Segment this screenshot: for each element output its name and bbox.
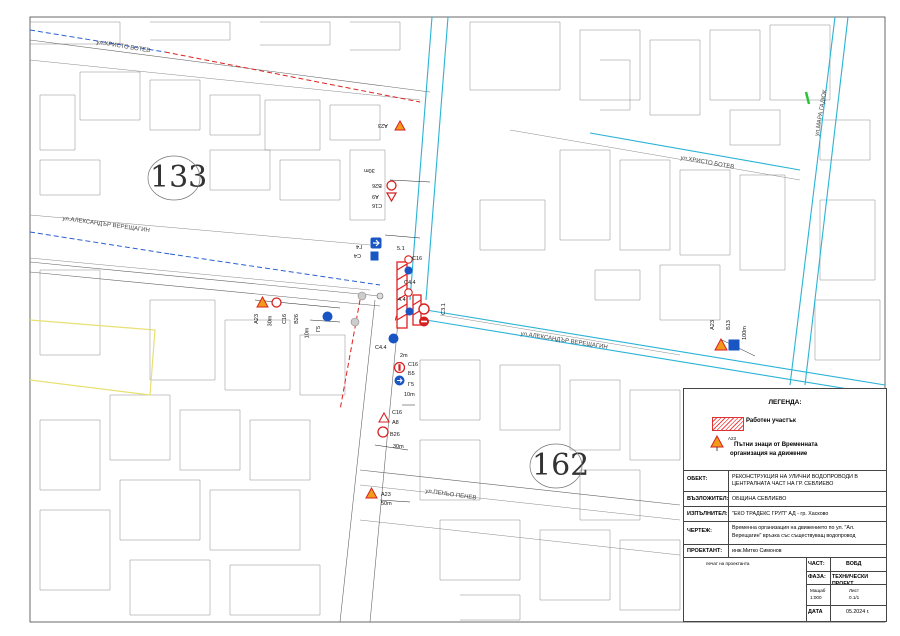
legend-panel: ЛЕГЕНДА: Работен участък A23 Пътни знаци… xyxy=(683,388,887,472)
node-marker xyxy=(350,317,360,327)
prohibition-sign-icon xyxy=(404,288,413,297)
legend-temp-signs-line2: организация на движение xyxy=(730,451,808,457)
sign-label: A23 xyxy=(709,320,716,330)
drawing-value-line2: Верещагин" връзка със съществуващ водопр… xyxy=(732,533,856,539)
sign-label: B26 xyxy=(390,432,400,438)
sign-label: Б13 xyxy=(725,320,732,330)
block-circle-133 xyxy=(147,155,201,201)
yield-sign-icon xyxy=(386,192,397,202)
contractor-value: "ЕКО ТРАДЕКС ГРУП" АД - гр. Хасково xyxy=(732,511,829,517)
no-entry-sign-icon xyxy=(394,362,405,373)
title-block: ОБЕКТ: РЕКОНСТРУКЦИЯ НА УЛИЧНИ ВОДОПРОВО… xyxy=(683,470,887,622)
sign-label: A23 xyxy=(381,492,391,498)
green-marker xyxy=(804,91,811,105)
scale-value: 1:000 xyxy=(810,595,822,600)
warning-sign-icon xyxy=(714,338,728,351)
work-area-swatch xyxy=(712,417,744,431)
drawing-label: ЧЕРТЕЖ: xyxy=(687,528,712,534)
sign-label: C16 xyxy=(392,410,403,416)
warning-sign-icon xyxy=(365,487,378,499)
prohibition-sign-icon xyxy=(386,180,397,191)
existing-pipes xyxy=(29,29,381,286)
warning-sign-icon xyxy=(256,296,269,308)
sign-label: C16 xyxy=(372,202,383,208)
sign-label: Г5 xyxy=(408,382,415,388)
legend-title: ЛЕГЕНДА: xyxy=(768,399,802,406)
work-zone-lines xyxy=(164,51,421,411)
sign-label: Г5 xyxy=(316,325,323,333)
street-network xyxy=(409,16,886,396)
road-edges xyxy=(29,39,681,623)
highlighted-plot xyxy=(29,319,156,396)
sign-label: 4.4 xyxy=(398,297,406,303)
drawing-value-line1: Временна организация на движението по ул… xyxy=(732,525,855,531)
sign-label: C16 xyxy=(412,256,423,262)
phase-label: ФАЗА: xyxy=(808,574,826,580)
sign-label: A23 xyxy=(378,122,388,128)
date-value: 05.2024 г. xyxy=(846,609,870,615)
distance-label: 30m xyxy=(393,444,404,450)
drawing-sheet: ул.ХРИСТО БОТЕВ ул.ХРИСТО БОТЕВ ул.АЛЕКС… xyxy=(0,0,900,636)
mandatory-sign-icon xyxy=(405,307,414,316)
distance-label: 50m xyxy=(381,501,392,507)
node-marker xyxy=(357,291,367,301)
direction-sign-icon xyxy=(322,311,333,322)
node-marker xyxy=(376,292,384,300)
sign-label: Б5 xyxy=(408,371,415,377)
sign-label: C16 xyxy=(408,362,419,368)
designer-label: ПРОЕКТАНТ: xyxy=(687,548,723,554)
distance-label: 2m xyxy=(400,353,408,359)
sign-label: A9 xyxy=(372,193,379,199)
no-entry-sign-icon xyxy=(419,316,429,327)
warning-sign-icon xyxy=(710,435,724,451)
designer-value: инж.Митко Симонов xyxy=(732,548,782,554)
sign-label: C3.1 xyxy=(440,303,447,315)
sign-label: Г4 xyxy=(356,243,363,249)
phase-value: ТЕХНИЧЕСКИ ПРОЕКТ xyxy=(832,574,869,587)
prohibition-sign-icon xyxy=(418,303,430,315)
sheet-value: 0.1/1 xyxy=(849,595,860,600)
part-label: ЧАСТ: xyxy=(808,561,825,567)
sign-label: A23 xyxy=(253,314,260,324)
legend-temp-signs-line1: Пътни знаци от Временната xyxy=(734,442,818,448)
legend-work-area-label: Работен участък xyxy=(746,418,796,424)
sign-label: A8 xyxy=(392,420,399,426)
distance-label: 30m xyxy=(267,315,274,327)
sign-label: C4.4 xyxy=(404,280,416,286)
sheet-label: Лист xyxy=(849,588,859,593)
distance-label: 30m xyxy=(364,167,375,173)
scale-label: Мащаб xyxy=(810,588,826,593)
contractor-label: ИЗПЪЛНИТЕЛ: xyxy=(687,511,728,517)
warning-sign-icon xyxy=(394,120,406,131)
mandatory-sign-icon xyxy=(404,266,413,275)
block-circle-162 xyxy=(529,443,583,489)
sign-label: 5.1 xyxy=(397,246,405,252)
direction-sign-icon xyxy=(728,339,740,351)
sign-label: B26 xyxy=(372,182,382,188)
distance-label: 10m xyxy=(404,392,415,398)
distance-label: 10m xyxy=(304,327,311,339)
stamp-label: печат на проектанта xyxy=(706,561,750,566)
client-label: ВЪЗЛОЖИТЕЛ: xyxy=(687,496,729,502)
prohibition-sign-icon xyxy=(377,426,389,438)
date-label: ДАТА xyxy=(808,609,823,615)
object-value-line2: ЦЕНТРАЛНАТА ЧАСТ НА ГР. СЕВЛИЕВО xyxy=(732,481,834,487)
sign-label: C16 xyxy=(282,313,289,325)
direction-sign-icon xyxy=(370,237,382,249)
direction-sign-icon xyxy=(370,251,379,261)
direction-sign-icon xyxy=(394,375,405,386)
sign-label: C4.4 xyxy=(375,345,387,351)
object-value-line1: РЕКОНСТРУКЦИЯ НА УЛИЧНИ ВОДОПРОВОДИ В xyxy=(732,474,858,480)
sign-label: B26 xyxy=(293,314,300,324)
prohibition-sign-icon xyxy=(271,297,282,308)
client-value: ОБЩИНА СЕВЛИЕВО xyxy=(732,496,787,502)
distance-label: 100m xyxy=(741,326,748,340)
mandatory-sign-icon xyxy=(388,333,399,344)
part-value: ВОБД xyxy=(846,561,862,567)
object-label: ОБЕКТ: xyxy=(687,476,708,482)
sign-label: C4 xyxy=(354,252,362,258)
warning-sign-icon xyxy=(378,412,390,423)
